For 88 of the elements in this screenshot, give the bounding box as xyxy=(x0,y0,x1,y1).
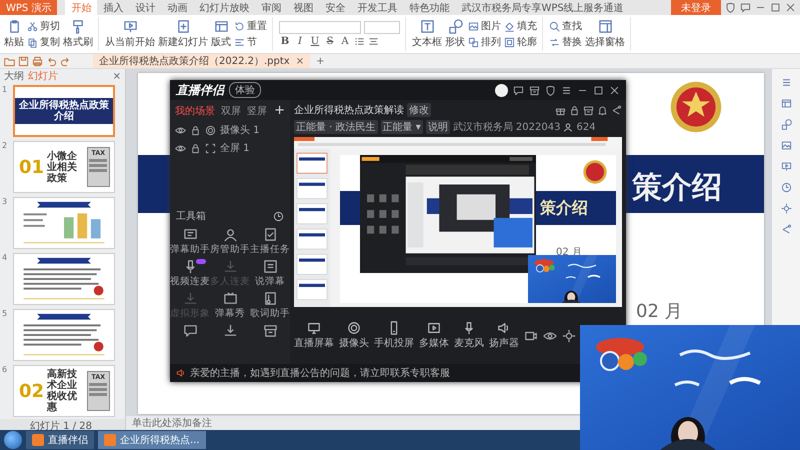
ribbon-tab[interactable]: 安全 xyxy=(319,0,352,15)
slide-number: 5 xyxy=(2,309,8,320)
slide-number: 3 xyxy=(2,197,8,208)
notes-placeholder[interactable]: 单击此处添加备注 xyxy=(132,416,212,430)
ribbon-button[interactable]: 剪切 xyxy=(27,19,60,33)
ribbon-button[interactable]: 替换 xyxy=(549,35,582,49)
control-button[interactable]: 直播屏幕 xyxy=(294,321,334,350)
thumbnail-number: 01 xyxy=(19,156,44,178)
close-button[interactable]: × xyxy=(296,56,304,66)
tool-button[interactable]: 房管助手 xyxy=(210,227,250,256)
control-button[interactable]: 扬声器 xyxy=(489,321,519,350)
ribbon-button[interactable]: 格式刷 xyxy=(63,19,93,49)
source-label[interactable]: 摄像头 1 xyxy=(220,123,260,137)
ribbon-button[interactable]: 粘贴 xyxy=(4,19,24,49)
toolbox-title: 工具箱 xyxy=(176,210,206,223)
scene-tab[interactable]: 双屏 xyxy=(221,104,241,118)
tool-button[interactable]: 主播任务 xyxy=(250,227,290,256)
ribbon-tab[interactable]: 审阅 xyxy=(255,0,288,15)
taskbar-item[interactable]: 直播伴侣 xyxy=(26,431,94,449)
control-button[interactable]: 手机投屏 xyxy=(374,321,414,350)
format-button[interactable]: S xyxy=(324,36,336,47)
tool-button[interactable]: 弹幕秀 xyxy=(210,291,250,320)
document-tab[interactable]: 企业所得税热点政策介绍（2022.2）.pptx × xyxy=(93,54,310,68)
ribbon-tab[interactable]: 特色功能 xyxy=(403,0,456,15)
ribbon-button[interactable]: 轮廓 xyxy=(504,35,537,49)
source-label[interactable]: 全屏 1 xyxy=(220,141,250,155)
ribbon-tab[interactable]: 武汉市税务局专享WPS线上服务通道 xyxy=(455,0,630,15)
slide-thumbnail[interactable]: 企业所得税热点政策介绍 xyxy=(13,85,115,137)
slide-number: 6 xyxy=(2,365,8,376)
thumbnail-title: 高新技术企业税收优惠 xyxy=(47,369,78,413)
stream-title: 企业所得税热点政策解读 xyxy=(294,104,404,117)
edition-badge: 体验 xyxy=(229,82,261,98)
tag-chip[interactable]: 正能量 · 政法民生 xyxy=(294,120,378,134)
ribbon-button[interactable]: 查找 xyxy=(549,19,582,33)
slide-title: 策介绍 xyxy=(632,169,722,207)
tag-chip[interactable]: 正能量 ▾ xyxy=(380,120,423,134)
slide-number: 2 xyxy=(2,141,8,152)
account-label: 武汉市税务局 2022043 xyxy=(452,120,560,134)
control-button[interactable]: 摄像头 xyxy=(339,321,369,350)
add-scene-button[interactable]: + xyxy=(274,103,285,118)
notice-text: 亲爱的主播，如遇到直播公告的问题，请立即联系专职客服 xyxy=(190,366,450,380)
viewer-count: 624 xyxy=(576,122,596,132)
slide-counter: 幻灯片 1 / 28 xyxy=(30,420,92,433)
slide-number: 4 xyxy=(2,253,8,264)
app-logo: 直播伴侣 xyxy=(176,82,224,98)
tool-button[interactable]: 歌词助手 xyxy=(250,291,290,320)
tag-chip[interactable]: 说明 xyxy=(426,120,450,134)
ribbon-button[interactable]: 版式 xyxy=(211,19,231,49)
format-button[interactable]: A xyxy=(339,36,351,47)
document-title: 企业所得税热点政策介绍（2022.2）.pptx xyxy=(99,54,290,68)
ribbon-tab[interactable]: 开发工具 xyxy=(351,0,404,15)
ribbon-button[interactable]: 复制 xyxy=(27,35,60,49)
ribbon-button[interactable]: 形状 xyxy=(445,19,465,49)
format-button[interactable]: U xyxy=(309,36,321,47)
close-button[interactable]: × xyxy=(112,70,121,82)
control-button[interactable]: 多媒体 xyxy=(419,321,449,350)
tool-button[interactable]: 弹幕助手 xyxy=(170,227,210,256)
ribbon-button[interactable]: 新建幻灯片 xyxy=(158,19,208,49)
format-button[interactable]: I xyxy=(294,36,306,47)
panel-tab[interactable]: 大纲 xyxy=(4,69,24,83)
thumbnail-title: 小微企业相关政策 xyxy=(47,150,78,184)
ribbon-button[interactable]: 从当前开始 xyxy=(105,19,155,49)
ribbon-button[interactable]: 填充 xyxy=(504,19,537,33)
ribbon-button[interactable]: 重置 xyxy=(234,19,267,33)
ribbon-button[interactable]: 图片 xyxy=(468,19,501,33)
taskbar-item[interactable]: 企业所得税热点... xyxy=(98,431,206,449)
scene-tab[interactable]: 我的场景 xyxy=(175,104,215,118)
slide-title: 策介绍 xyxy=(540,198,588,219)
tool-button[interactable]: 视频连麦 xyxy=(170,259,210,288)
format-button[interactable]: B xyxy=(279,36,291,47)
thumbnail-title: 企业所得税热点政策介绍 xyxy=(18,100,110,122)
ribbon-button[interactable]: 文本框 xyxy=(412,19,442,49)
scene-tab[interactable]: 竖屏 xyxy=(247,104,267,118)
edit-button[interactable]: 修改 xyxy=(407,103,431,117)
ribbon-button[interactable]: 选择窗格 xyxy=(585,19,625,49)
ribbon-button[interactable]: 节 xyxy=(234,35,267,49)
slide-number: 1 xyxy=(2,85,8,96)
ribbon-tab[interactable]: 视图 xyxy=(287,0,320,15)
ribbon-tab[interactable]: 动画 xyxy=(161,0,194,15)
ribbon-button[interactable]: 排列 xyxy=(468,35,501,49)
slide-date: 02 月 xyxy=(636,300,683,323)
control-button[interactable]: 麦克风 xyxy=(454,321,484,350)
tool-button[interactable]: 说弹幕 xyxy=(250,259,290,288)
ribbon-tab[interactable]: 插入 xyxy=(97,0,130,15)
ribbon-tab[interactable]: 幻灯片放映 xyxy=(193,0,256,15)
ribbon-tab[interactable]: 设计 xyxy=(129,0,162,15)
new-tab-button[interactable]: + xyxy=(316,56,324,66)
thumbnail-number: 02 xyxy=(19,380,44,402)
